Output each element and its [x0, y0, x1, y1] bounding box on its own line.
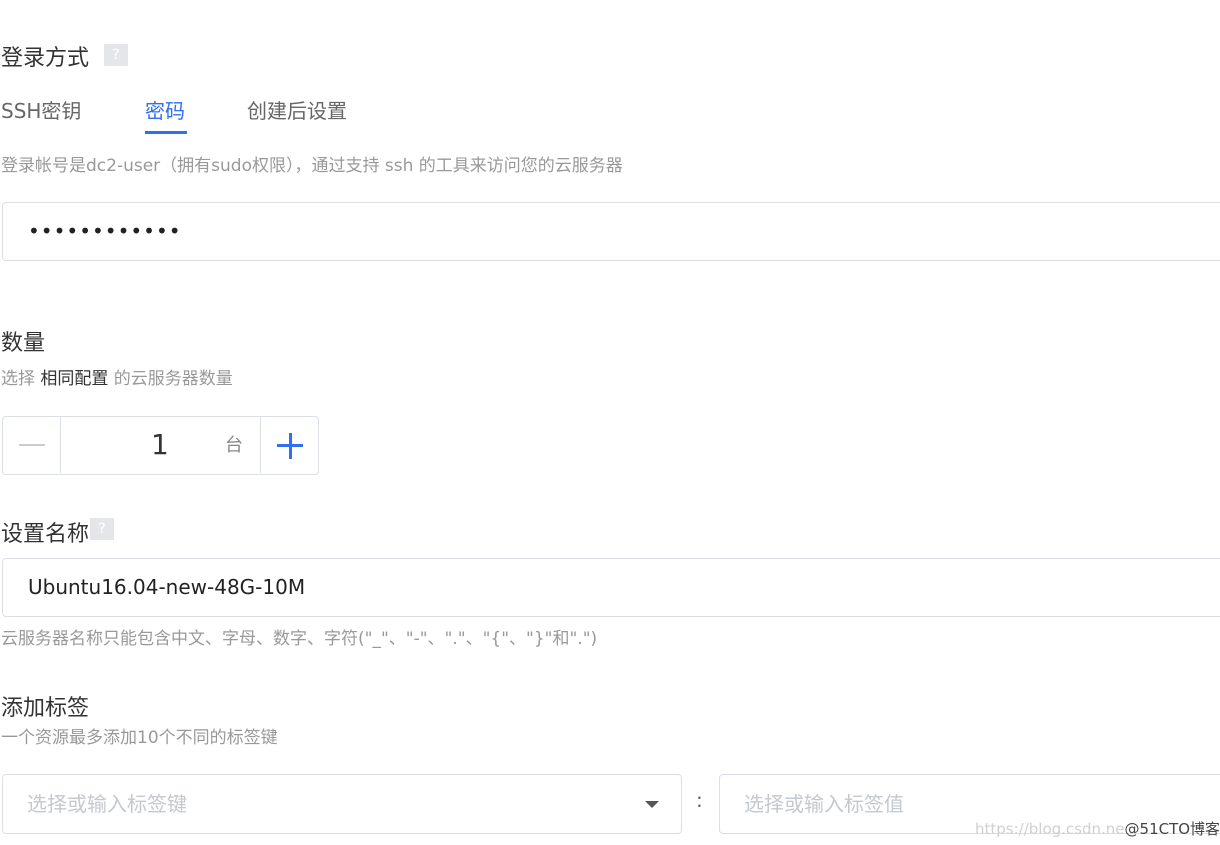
watermark-brand: @51CTO博客	[1124, 820, 1220, 838]
quantity-unit: 台	[225, 435, 243, 456]
quantity-value[interactable]: 1	[151, 417, 169, 473]
tab-set-after-create[interactable]: 创建后设置	[247, 95, 347, 124]
watermark: https://blog.csdn.ne@51CTO博客	[975, 818, 1220, 839]
tab-ssh-key[interactable]: SSH密钥	[1, 95, 81, 124]
quantity-desc-suffix: 的云服务器数量	[108, 369, 233, 389]
chevron-down-icon[interactable]	[645, 801, 659, 808]
quantity-desc-strong: 相同配置	[40, 369, 109, 389]
watermark-url: https://blog.csdn.ne	[975, 820, 1125, 838]
login-method-title: 登录方式	[1, 46, 90, 71]
tags-title: 添加标签	[1, 696, 90, 721]
server-name-value: Ubuntu16.04-new-48G-10M	[28, 575, 306, 599]
tag-key-select[interactable]: 选择或输入标签键	[2, 774, 682, 834]
password-field[interactable]: ••••••••••••	[2, 202, 1220, 261]
active-tab-indicator	[145, 131, 187, 134]
minus-icon	[19, 444, 45, 446]
decrement-button[interactable]	[3, 417, 61, 473]
quantity-description: 选择 相同配置 的云服务器数量	[1, 364, 233, 389]
tags-description: 一个资源最多添加10个不同的标签键	[1, 728, 278, 748]
login-description: 登录帐号是dc2-user（拥有sudo权限），通过支持 ssh 的工具来访问您…	[1, 156, 623, 176]
quantity-desc-prefix: 选择	[1, 369, 41, 389]
tag-key-placeholder: 选择或输入标签键	[27, 792, 187, 816]
tab-password[interactable]: 密码	[145, 95, 185, 124]
help-icon[interactable]: ?	[90, 518, 114, 540]
password-value: ••••••••••••	[28, 219, 182, 243]
server-name-hint: 云服务器名称只能包含中文、字母、数字、字符("_"、"-"、"."、"{"、"}…	[1, 629, 598, 649]
name-title: 设置名称	[1, 522, 90, 547]
tag-value-placeholder: 选择或输入标签值	[744, 792, 904, 816]
increment-button[interactable]	[260, 417, 318, 473]
server-name-input[interactable]: Ubuntu16.04-new-48G-10M	[2, 558, 1220, 617]
help-icon[interactable]: ?	[104, 44, 128, 66]
quantity-stepper: 1 台	[2, 416, 319, 475]
quantity-title: 数量	[1, 331, 46, 356]
tag-separator: :	[696, 788, 703, 812]
